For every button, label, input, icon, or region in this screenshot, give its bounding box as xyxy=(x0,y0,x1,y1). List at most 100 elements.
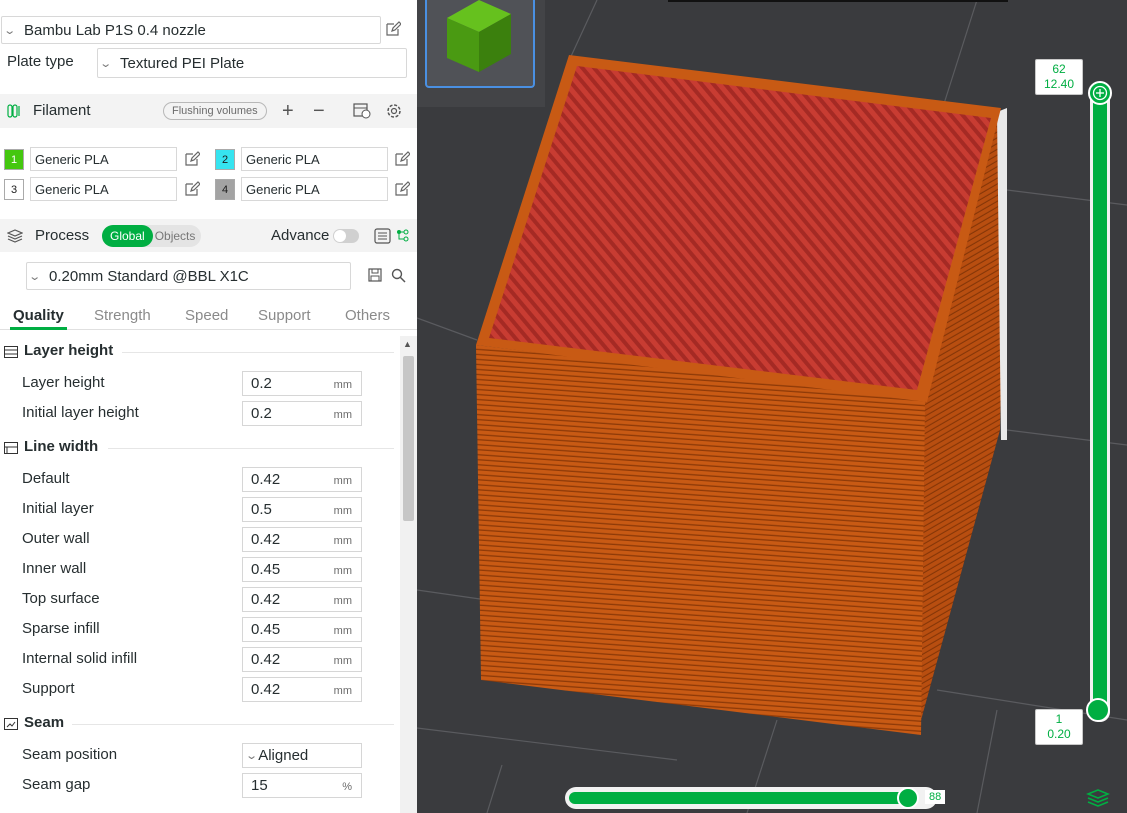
3d-preview-canvas[interactable]: 62 12.40 1 0.20 88 xyxy=(417,0,1127,813)
top-toolbar-edge xyxy=(668,0,1008,2)
layer-slider-bottom-handle[interactable] xyxy=(1086,698,1110,722)
add-filament-button[interactable]: + xyxy=(282,100,294,123)
process-profile-select[interactable]: ⌄ 0.20mm Standard @BBL X1C xyxy=(26,262,351,290)
settings-tabs: Quality Strength Speed Support Others xyxy=(0,300,417,330)
compare-list-icon[interactable] xyxy=(374,228,391,248)
plate-type-label: Plate type xyxy=(7,53,74,70)
plate-type-value: Textured PEI Plate xyxy=(120,54,245,72)
seam-gap-label: Seam gap xyxy=(22,776,91,793)
tab-speed[interactable]: Speed xyxy=(185,307,228,324)
filament-slot-3-select[interactable]: Generic PLA xyxy=(30,177,177,201)
edit-filament-1-icon[interactable] xyxy=(184,151,200,167)
scroll-thumb[interactable] xyxy=(403,356,414,521)
edit-filament-3-icon[interactable] xyxy=(184,181,200,197)
internal-solid-infill-line-width-label: Internal solid infill xyxy=(22,650,138,667)
line-width-icon xyxy=(4,441,18,454)
move-slider-track[interactable] xyxy=(569,792,915,804)
filament-slot-4-swatch[interactable]: 4 xyxy=(215,179,235,200)
initial-layer-height-input[interactable]: 0.2 mm xyxy=(242,401,362,426)
settings-panel: ⌄ Bambu Lab P1S 0.4 nozzle Plate type ⌄ … xyxy=(0,0,417,813)
filament-slot-2-select[interactable]: Generic PLA xyxy=(241,147,388,171)
sliced-model-scene xyxy=(417,0,1127,813)
sparse-infill-line-width-label: Sparse infill xyxy=(22,620,100,637)
layer-height-input[interactable]: 0.2 mm xyxy=(242,371,362,396)
active-tab-indicator xyxy=(10,327,67,330)
global-tab[interactable]: Global xyxy=(102,225,153,247)
layer-bottom-height: 0.20 xyxy=(1047,727,1071,741)
process-tree-icon[interactable] xyxy=(395,228,411,248)
chevron-down-icon: ⌄ xyxy=(3,24,17,37)
group-title: Layer height xyxy=(24,342,114,359)
tab-others[interactable]: Others xyxy=(345,307,390,324)
layer-bottom-number: 1 xyxy=(1055,712,1063,726)
layer-slider-track[interactable] xyxy=(1093,92,1107,712)
chevron-down-icon: ⌄ xyxy=(245,750,259,762)
layer-height-icon xyxy=(4,345,18,358)
plus-icon xyxy=(1092,85,1108,101)
initial-layer-line-width-input[interactable]: 0.5 mm xyxy=(242,497,362,522)
inner-wall-line-width-label: Inner wall xyxy=(22,560,87,577)
divider xyxy=(108,448,394,449)
filament-sync-icon[interactable] xyxy=(353,103,371,123)
settings-scrollbar[interactable]: ▲ xyxy=(400,336,417,813)
filament-title: Filament xyxy=(33,102,91,119)
filament-slot-1-select[interactable]: Generic PLA xyxy=(30,147,177,171)
objects-tab[interactable]: Objects xyxy=(153,225,202,247)
layers-stack-icon[interactable] xyxy=(1085,788,1111,813)
chevron-down-icon: ⌄ xyxy=(28,270,42,283)
process-profile-value: 0.20mm Standard @BBL X1C xyxy=(49,267,249,285)
printer-select[interactable]: ⌄ Bambu Lab P1S 0.4 nozzle xyxy=(1,16,381,44)
move-slider-handle[interactable] xyxy=(897,787,919,809)
tab-strength[interactable]: Strength xyxy=(94,307,151,324)
inner-wall-line-width-input[interactable]: 0.45 mm xyxy=(242,557,362,582)
layer-top-number: 62 xyxy=(1052,62,1066,76)
divider xyxy=(122,352,394,353)
plate-type-select[interactable]: ⌄ Textured PEI Plate xyxy=(97,48,407,78)
edit-filament-2-icon[interactable] xyxy=(394,151,410,167)
scroll-up-arrow-icon[interactable]: ▲ xyxy=(403,339,412,349)
outer-wall-line-width-label: Outer wall xyxy=(22,530,90,547)
layer-height-label: Layer height xyxy=(22,374,105,391)
layer-slider-top-handle[interactable] xyxy=(1088,81,1112,105)
filament-slot-4-select[interactable]: Generic PLA xyxy=(241,177,388,201)
initial-layer-height-label: Initial layer height xyxy=(22,404,139,421)
layer-top-height: 12.40 xyxy=(1043,77,1075,91)
layer-top-tag: 62 12.40 xyxy=(1035,59,1083,95)
internal-solid-infill-line-width-input[interactable]: 0.42 mm xyxy=(242,647,362,672)
support-line-width-label: Support xyxy=(22,680,75,697)
model-front-wall xyxy=(476,345,925,735)
tab-quality[interactable]: Quality xyxy=(13,307,64,324)
divider xyxy=(72,724,394,725)
remove-filament-button[interactable]: − xyxy=(313,100,325,123)
top-surface-line-width-input[interactable]: 0.42 mm xyxy=(242,587,362,612)
tab-support[interactable]: Support xyxy=(258,307,311,324)
plate-thumbnail[interactable] xyxy=(425,0,535,88)
sparse-infill-line-width-input[interactable]: 0.45 mm xyxy=(242,617,362,642)
advance-switch[interactable] xyxy=(333,229,359,243)
advance-label: Advance xyxy=(271,227,330,244)
printer-name: Bambu Lab P1S 0.4 nozzle xyxy=(24,21,206,39)
model-top-surface xyxy=(489,66,991,390)
process-scope-toggle[interactable]: Global Objects xyxy=(102,225,202,247)
seam-gap-input[interactable]: 15% xyxy=(242,773,362,798)
save-icon[interactable] xyxy=(368,268,382,286)
initial-layer-line-width-label: Initial layer xyxy=(22,500,94,517)
filament-slot-2-swatch[interactable]: 2 xyxy=(215,149,235,170)
cube-thumbnail-icon xyxy=(447,0,511,72)
edit-printer-icon[interactable] xyxy=(385,21,401,37)
seam-icon xyxy=(4,717,18,730)
process-layers-icon xyxy=(6,228,24,248)
filament-slot-1-swatch[interactable]: 1 xyxy=(4,149,24,170)
process-title: Process xyxy=(35,227,90,244)
default-line-width-input[interactable]: 0.42 mm xyxy=(242,467,362,492)
search-icon[interactable] xyxy=(391,268,406,287)
chevron-down-icon: ⌄ xyxy=(99,57,113,70)
seam-position-select[interactable]: ⌄ Aligned xyxy=(242,743,362,768)
edit-filament-4-icon[interactable] xyxy=(394,181,410,197)
outer-wall-line-width-input[interactable]: 0.42 mm xyxy=(242,527,362,552)
support-line-width-input[interactable]: 0.42 mm xyxy=(242,677,362,702)
filament-slot-3-swatch[interactable]: 3 xyxy=(4,179,24,200)
move-slider-value: 88 xyxy=(925,790,946,804)
flushing-volumes-button[interactable]: Flushing volumes xyxy=(163,102,267,120)
filament-settings-gear-icon[interactable] xyxy=(386,103,402,123)
